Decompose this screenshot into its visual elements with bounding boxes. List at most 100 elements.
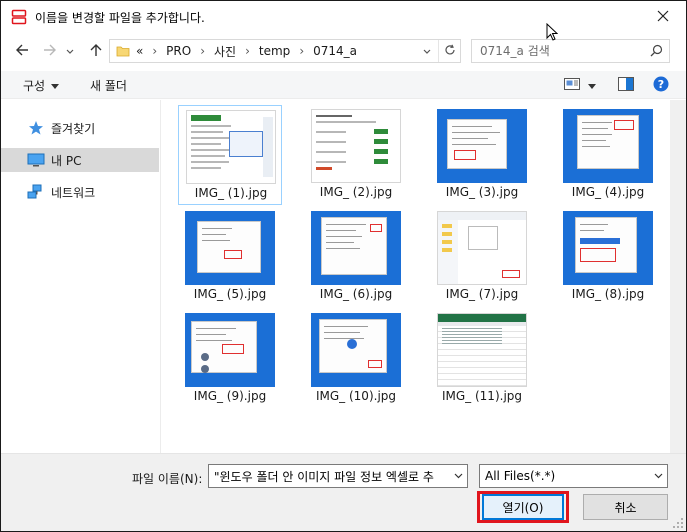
file-name: IMG_ (3).jpg xyxy=(445,185,519,199)
image-thumbnail xyxy=(437,109,527,183)
file-item[interactable]: IMG_ (6).jpg xyxy=(304,207,408,307)
cancel-button[interactable]: 취소 xyxy=(583,494,668,520)
image-thumbnail xyxy=(311,211,401,285)
image-thumbnail xyxy=(563,211,653,285)
navigation-pane: 즐겨찾기 내 PC 네트워크 xyxy=(1,100,161,453)
back-button[interactable] xyxy=(11,39,33,63)
title-bar: 이름을 변경할 파일을 추가합니다. xyxy=(1,1,686,33)
file-item[interactable]: IMG_ (9).jpg xyxy=(178,309,282,409)
app-icon xyxy=(11,9,27,25)
change-view-button[interactable] xyxy=(564,75,580,95)
file-name: IMG_ (10).jpg xyxy=(315,389,397,403)
file-list: IMG_ (1).jpg IMG_ (2).jpg IMG_ (3).jpg I… xyxy=(163,100,670,453)
breadcrumb: « › PRO › 사진 › temp › 0714_a xyxy=(136,40,357,62)
image-thumbnail xyxy=(311,109,401,183)
file-item[interactable]: IMG_ (4).jpg xyxy=(556,105,660,205)
svg-text:?: ? xyxy=(658,78,664,91)
arrow-left-icon xyxy=(15,43,29,60)
arrow-up-icon xyxy=(89,43,103,60)
dialog-footer: 파일 이름(N): All Files(*.*) 열기(O) 취소 xyxy=(1,453,686,531)
address-dropdown-button[interactable] xyxy=(420,40,434,62)
file-name: IMG_ (1).jpg xyxy=(194,186,268,200)
forward-button[interactable] xyxy=(39,39,61,63)
filename-label: 파일 이름(N): xyxy=(132,472,203,486)
view-thumbnails-icon xyxy=(564,77,580,94)
command-toolbar: 구성 새 폴더 ? xyxy=(1,71,686,99)
search-icon[interactable] xyxy=(650,44,663,60)
search-input[interactable] xyxy=(472,40,644,62)
file-item[interactable]: IMG_ (10).jpg xyxy=(304,309,408,409)
breadcrumb-separator: › xyxy=(152,44,158,58)
file-name: IMG_ (2).jpg xyxy=(319,185,393,199)
file-item[interactable]: IMG_ (5).jpg xyxy=(178,207,282,307)
resize-grip-icon[interactable] xyxy=(672,517,684,529)
file-type-value: All Files(*.*) xyxy=(485,469,556,483)
search-box[interactable] xyxy=(471,39,670,63)
file-item[interactable]: IMG_ (3).jpg xyxy=(430,105,534,205)
file-name: IMG_ (9).jpg xyxy=(193,389,267,403)
file-name: IMG_ (11).jpg xyxy=(441,389,523,403)
chevron-down-icon xyxy=(649,465,667,487)
sidebar-item-label: 즐겨찾기 xyxy=(51,121,96,136)
arrow-right-icon xyxy=(43,43,57,60)
breadcrumb-temp[interactable]: temp xyxy=(259,44,290,58)
file-type-select[interactable]: All Files(*.*) xyxy=(479,464,668,488)
cancel-button-label: 취소 xyxy=(614,500,637,515)
breadcrumb-separator: › xyxy=(299,44,305,58)
folder-icon xyxy=(116,44,130,61)
up-button[interactable] xyxy=(85,39,107,63)
file-item[interactable]: IMG_ (2).jpg xyxy=(304,105,408,205)
vertical-scrollbar[interactable] xyxy=(670,100,686,453)
file-item[interactable]: IMG_ (11).jpg xyxy=(430,309,534,409)
help-button[interactable]: ? xyxy=(653,75,669,95)
breadcrumb-separator: › xyxy=(245,44,250,58)
help-icon: ? xyxy=(653,76,669,95)
caret-down-icon xyxy=(51,78,60,92)
sidebar-item-this-pc[interactable]: 내 PC xyxy=(1,148,159,172)
close-button[interactable] xyxy=(640,1,686,33)
open-button[interactable]: 열기(O) xyxy=(482,494,564,520)
caret-down-icon xyxy=(588,78,596,92)
image-thumbnail xyxy=(185,313,275,387)
preview-pane-button[interactable] xyxy=(618,75,634,95)
file-item[interactable]: IMG_ (7).jpg xyxy=(430,207,534,307)
file-item[interactable]: IMG_ (8).jpg xyxy=(556,207,660,307)
address-bar[interactable]: « › PRO › 사진 › temp › 0714_a xyxy=(109,39,461,63)
image-thumbnail xyxy=(437,211,527,285)
organize-label: 구성 xyxy=(23,78,46,93)
filename-combobox[interactable] xyxy=(208,464,468,488)
breadcrumb-overflow[interactable]: « xyxy=(136,44,143,58)
image-thumbnail xyxy=(563,109,653,183)
new-folder-button[interactable]: 새 폴더 xyxy=(90,75,127,95)
open-button-label: 열기(O) xyxy=(502,500,544,515)
new-folder-label: 새 폴더 xyxy=(90,78,127,93)
organize-button[interactable]: 구성 xyxy=(23,75,60,95)
breadcrumb-current[interactable]: 0714_a xyxy=(313,44,357,58)
preview-pane-icon xyxy=(618,76,634,94)
star-icon xyxy=(27,120,45,136)
sidebar-item-favorites[interactable]: 즐겨찾기 xyxy=(1,116,159,140)
file-open-dialog: 이름을 변경할 파일을 추가합니다. « › PRO › 사진 › temp ›… xyxy=(0,0,687,532)
refresh-icon xyxy=(444,44,456,59)
navigation-bar: « › PRO › 사진 › temp › 0714_a xyxy=(1,37,686,65)
image-thumbnail xyxy=(186,110,276,184)
image-thumbnail xyxy=(437,313,527,387)
breadcrumb-photos[interactable]: 사진 xyxy=(214,43,236,60)
filename-input[interactable] xyxy=(209,465,449,487)
file-name: IMG_ (8).jpg xyxy=(571,287,645,301)
image-thumbnail xyxy=(185,211,275,285)
view-options-button[interactable] xyxy=(588,75,596,95)
chevron-down-icon[interactable] xyxy=(449,465,467,487)
close-icon xyxy=(657,10,669,25)
sidebar-item-network[interactable]: 네트워크 xyxy=(1,180,159,204)
pc-icon xyxy=(27,152,45,168)
network-icon xyxy=(27,184,45,200)
file-item[interactable]: IMG_ (1).jpg xyxy=(178,105,282,205)
window-title: 이름을 변경할 파일을 추가합니다. xyxy=(35,11,205,25)
file-name: IMG_ (6).jpg xyxy=(319,287,393,301)
refresh-button[interactable] xyxy=(438,40,460,62)
chevron-down-icon xyxy=(66,44,74,58)
file-name: IMG_ (4).jpg xyxy=(571,185,645,199)
breadcrumb-pro[interactable]: PRO xyxy=(166,44,191,58)
recent-locations-button[interactable] xyxy=(63,39,77,63)
